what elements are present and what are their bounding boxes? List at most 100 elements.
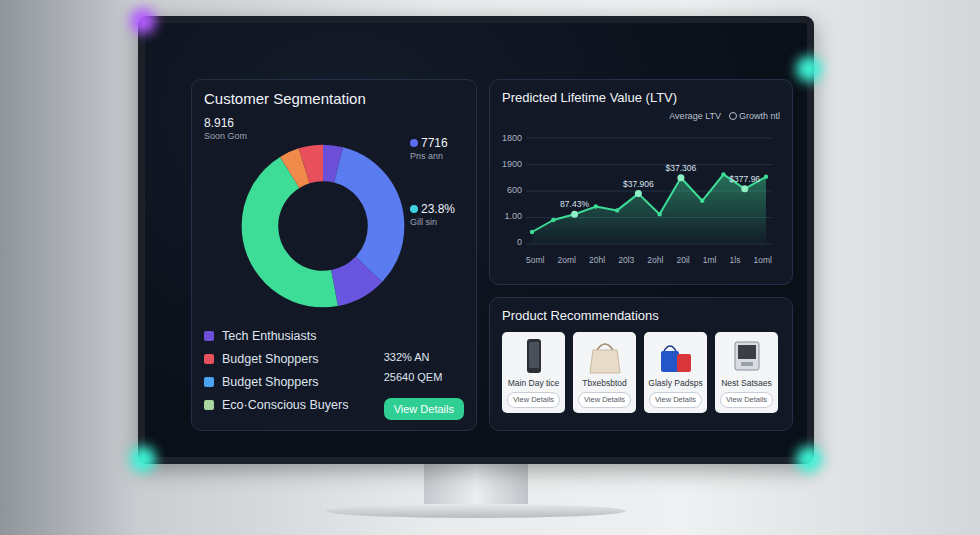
glow: [796, 56, 822, 82]
donut-svg: [240, 143, 406, 309]
legend-item: Tech Enthusiasts: [204, 325, 348, 348]
products-panel: Product Recommendations Main Day tice Vie…: [489, 297, 793, 431]
data-point: [677, 174, 684, 181]
data-point: [721, 172, 725, 176]
legend: Tech Enthusiasts Budget Shoppers Budget Sh…: [204, 325, 348, 421]
callout-label: Pns ann: [410, 151, 448, 161]
x-tick: 20l3: [618, 254, 634, 267]
chart-legend-item: Average LTV: [669, 110, 721, 124]
tote-icon: [585, 336, 625, 376]
chart-legend: Average LTV Growth ntl: [669, 110, 780, 124]
ltv-panel: Predicted Lifetime Value (LTV) Average L…: [489, 79, 793, 285]
x-tick: 2oml: [558, 254, 576, 267]
y-tick: 1.00: [502, 210, 522, 224]
legend-swatch: [204, 377, 214, 387]
legend-area: Tech Enthusiasts Budget Shoppers Budget Sh…: [204, 325, 464, 421]
legend-label: Budget Shoppers: [222, 373, 319, 392]
chart-legend-item: Growth ntl: [729, 110, 780, 124]
donut-segment: [260, 163, 386, 289]
product-card[interactable]: Nest Satsaes View Details: [715, 332, 778, 412]
ltv-line: [532, 174, 766, 232]
monitor-stand: [424, 464, 528, 504]
view-details-button[interactable]: View Details: [720, 392, 773, 407]
gadget-icon: [727, 336, 767, 376]
panel-title: Product Recommendations: [502, 308, 780, 324]
product-name: Main Day tice: [508, 379, 560, 389]
data-point: [657, 212, 661, 216]
legend-swatch: [204, 331, 214, 341]
x-tick: 1oml: [754, 254, 772, 267]
legend-label: Budget Shoppers: [222, 350, 319, 369]
callout-label: Soon Gom: [204, 131, 247, 141]
product-name: Glasly Padsps: [648, 379, 702, 389]
donut-segment: [260, 163, 386, 289]
point-label: $37.306: [666, 163, 697, 173]
panel-title: Predicted Lifetime Value (LTV): [502, 90, 677, 106]
scene: Customer Segmentation 8.916Soon Gom7716P…: [0, 0, 980, 518]
data-point: [551, 218, 555, 222]
legend-item: Budget Shoppers: [204, 348, 348, 371]
view-details-button[interactable]: View Details: [384, 398, 464, 421]
donut-segment: [260, 163, 386, 289]
product-picture: [585, 336, 625, 376]
view-details-button[interactable]: View Details: [578, 392, 631, 407]
legend-swatch: [204, 354, 214, 364]
data-point: [594, 204, 598, 208]
phone-icon: [514, 336, 554, 376]
product-card[interactable]: Main Day tice View Details: [502, 332, 565, 412]
product-list: Main Day tice View Details Tbxebsbtod View …: [502, 332, 780, 412]
legend-swatch: [204, 400, 214, 410]
chart-callout: 7716Pns ann: [410, 137, 448, 161]
stat-value: 25640 QEM: [384, 369, 443, 386]
point-label: $37.906: [623, 178, 654, 188]
grid-line: [526, 137, 772, 138]
x-tick: 5oml: [526, 254, 544, 267]
line-chart: 87.43%$37.906$37.306$377.96: [526, 132, 772, 250]
callout-value-text: 8.916: [204, 116, 234, 130]
legend-item: Eco·Conscious Buyers: [204, 394, 348, 417]
view-details-button[interactable]: View Details: [507, 392, 560, 407]
chart-callout: 23.8%Gill sin: [410, 203, 455, 227]
callout-value: 8.916: [204, 117, 247, 131]
x-tick: 20hl: [589, 254, 605, 267]
callout-dot: [410, 205, 418, 213]
glow: [130, 446, 156, 472]
callout-value: 7716: [410, 137, 448, 151]
data-point: [764, 174, 768, 178]
screen: Customer Segmentation 8.916Soon Gom7716P…: [145, 23, 807, 457]
segmentation-panel: Customer Segmentation 8.916Soon Gom 7716P…: [191, 79, 477, 431]
donut-segment: [260, 163, 386, 289]
callout-label: Gill sin: [410, 217, 455, 227]
panel-title: Customer Segmentation: [204, 90, 464, 109]
y-tick: 600: [502, 184, 522, 198]
x-axis: 5oml2oml20hl20l32ohl20il1ml1ls1oml: [526, 254, 772, 267]
x-tick: 1ml: [703, 254, 717, 267]
product-card[interactable]: Tbxebsbtod View Details: [573, 332, 636, 412]
chart-legend-label: Growth ntl: [739, 111, 780, 121]
bag-icon: [656, 336, 696, 376]
product-picture: [514, 336, 554, 376]
callout-dot: [410, 139, 418, 147]
glow: [796, 446, 822, 472]
glow: [130, 8, 156, 34]
stat-value: 332% AN: [384, 349, 430, 366]
donut-segment: [260, 163, 386, 289]
product-picture: [656, 336, 696, 376]
product-name: Nest Satsaes: [721, 379, 772, 389]
chart-callout: 8.916Soon Gom: [204, 117, 247, 141]
y-axis: 180019006001.000: [502, 132, 526, 250]
donut-chart: 8.916Soon Gom 7716Pns ann 23.8%Gill sin: [204, 117, 466, 309]
y-tick: 1800: [502, 132, 522, 146]
view-details-button[interactable]: View Details: [649, 392, 702, 407]
legend-label: Eco·Conscious Buyers: [222, 396, 348, 415]
ltv-header: Predicted Lifetime Value (LTV) Average L…: [502, 90, 780, 124]
area-fill: [532, 174, 766, 244]
data-point: [615, 208, 619, 212]
data-point: [571, 210, 578, 217]
product-card[interactable]: Glasly Padsps View Details: [644, 332, 707, 412]
data-point: [635, 190, 642, 197]
monitor-base: [326, 504, 626, 518]
y-tick: 1900: [502, 158, 522, 172]
product-picture: [727, 336, 767, 376]
product-name: Tbxebsbtod: [582, 379, 626, 389]
